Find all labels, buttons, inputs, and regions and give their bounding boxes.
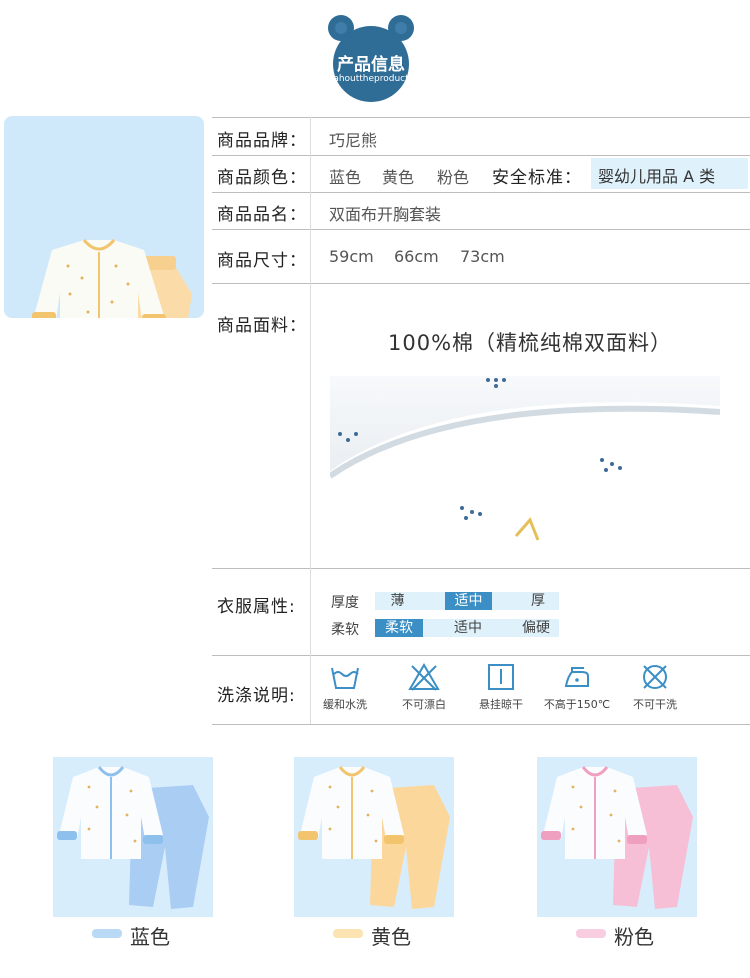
wash-label: 不可干洗 <box>633 698 677 711</box>
brand-value: 巧尼熊 <box>329 131 378 150</box>
divider <box>212 568 750 569</box>
size-value-59: 59cm <box>329 247 374 266</box>
wash-label: 不可漂白 <box>402 698 446 711</box>
divider <box>212 724 750 725</box>
color-value-blue: 蓝色 <box>329 168 362 187</box>
product-thumbnail <box>4 116 204 318</box>
softness-option-hard[interactable]: 偏硬 <box>513 619 559 637</box>
size-label: 商品尺寸： <box>217 251 307 271</box>
thickness-gap <box>492 592 517 610</box>
swatch-pink <box>576 929 606 938</box>
thickness-option-thin[interactable]: 薄 <box>375 592 420 610</box>
thickness-gap <box>420 592 445 610</box>
color-card-pink[interactable] <box>537 757 697 917</box>
thickness-option-medium[interactable]: 适中 <box>445 592 492 610</box>
wash-item-no-bleach: 不可漂白 <box>389 662 459 712</box>
color-value-pink: 粉色 <box>437 168 470 187</box>
no-dry-clean-icon <box>643 665 667 689</box>
size-value-73: 73cm <box>460 247 505 266</box>
divider <box>212 229 750 230</box>
attributes-label: 衣服属性: <box>217 597 296 617</box>
product-info-badge: 产品信息 ahouttheproduct <box>321 12 421 104</box>
softness-option-medium[interactable]: 适中 <box>423 619 513 637</box>
fabric-title: 100%棉（精梳纯棉双面料） <box>388 331 673 355</box>
thickness-label: 厚度 <box>331 595 359 611</box>
divider <box>212 117 750 118</box>
brand-label: 商品品牌： <box>217 131 307 151</box>
color-name-blue: 蓝色 <box>130 925 170 949</box>
safety-label: 安全标准： <box>492 168 582 188</box>
divider <box>212 155 750 156</box>
color-name-pink: 粉色 <box>614 925 654 949</box>
no-bleach-icon <box>408 663 440 691</box>
safety-value: 婴幼儿用品 A 类 <box>598 167 716 186</box>
hand-wash-icon <box>331 667 359 689</box>
fabric-label: 商品面料： <box>217 316 307 336</box>
color-name-yellow: 黄色 <box>371 925 411 949</box>
thickness-option-thick[interactable]: 厚 <box>517 592 559 610</box>
color-card-yellow[interactable] <box>294 757 454 917</box>
color-value-yellow: 黄色 <box>382 168 415 187</box>
divider <box>310 117 311 724</box>
washing-label: 洗涤说明: <box>217 686 296 706</box>
hang-dry-icon <box>488 664 514 690</box>
wash-label: 悬挂晾干 <box>479 698 523 711</box>
wash-label: 不高于150℃ <box>543 698 611 711</box>
fabric-photo <box>330 376 720 545</box>
divider <box>212 655 750 656</box>
swatch-yellow <box>333 929 363 938</box>
iron-icon <box>564 667 589 687</box>
section-subtitle: ahouttheproduct <box>333 74 409 84</box>
wash-item-hand-wash: 缓和水洗 <box>310 662 380 712</box>
size-value-66: 66cm <box>394 247 439 266</box>
swatch-blue <box>92 929 122 938</box>
wash-item-no-dry-clean: 不可干洗 <box>620 662 690 712</box>
wash-item-hang-dry: 悬挂晾干 <box>466 662 536 712</box>
divider <box>212 283 750 284</box>
wash-label: 缓和水洗 <box>323 698 367 711</box>
wash-item-iron: 不高于150℃ <box>542 662 612 712</box>
color-card-blue[interactable] <box>53 757 213 917</box>
softness-label: 柔软 <box>331 622 359 638</box>
softness-option-soft[interactable]: 柔软 <box>375 619 423 637</box>
name-label: 商品品名： <box>217 205 307 225</box>
section-title: 产品信息 <box>337 55 405 75</box>
name-value: 双面布开胸套装 <box>329 205 442 224</box>
color-label: 商品颜色： <box>217 168 307 188</box>
divider <box>212 192 750 193</box>
